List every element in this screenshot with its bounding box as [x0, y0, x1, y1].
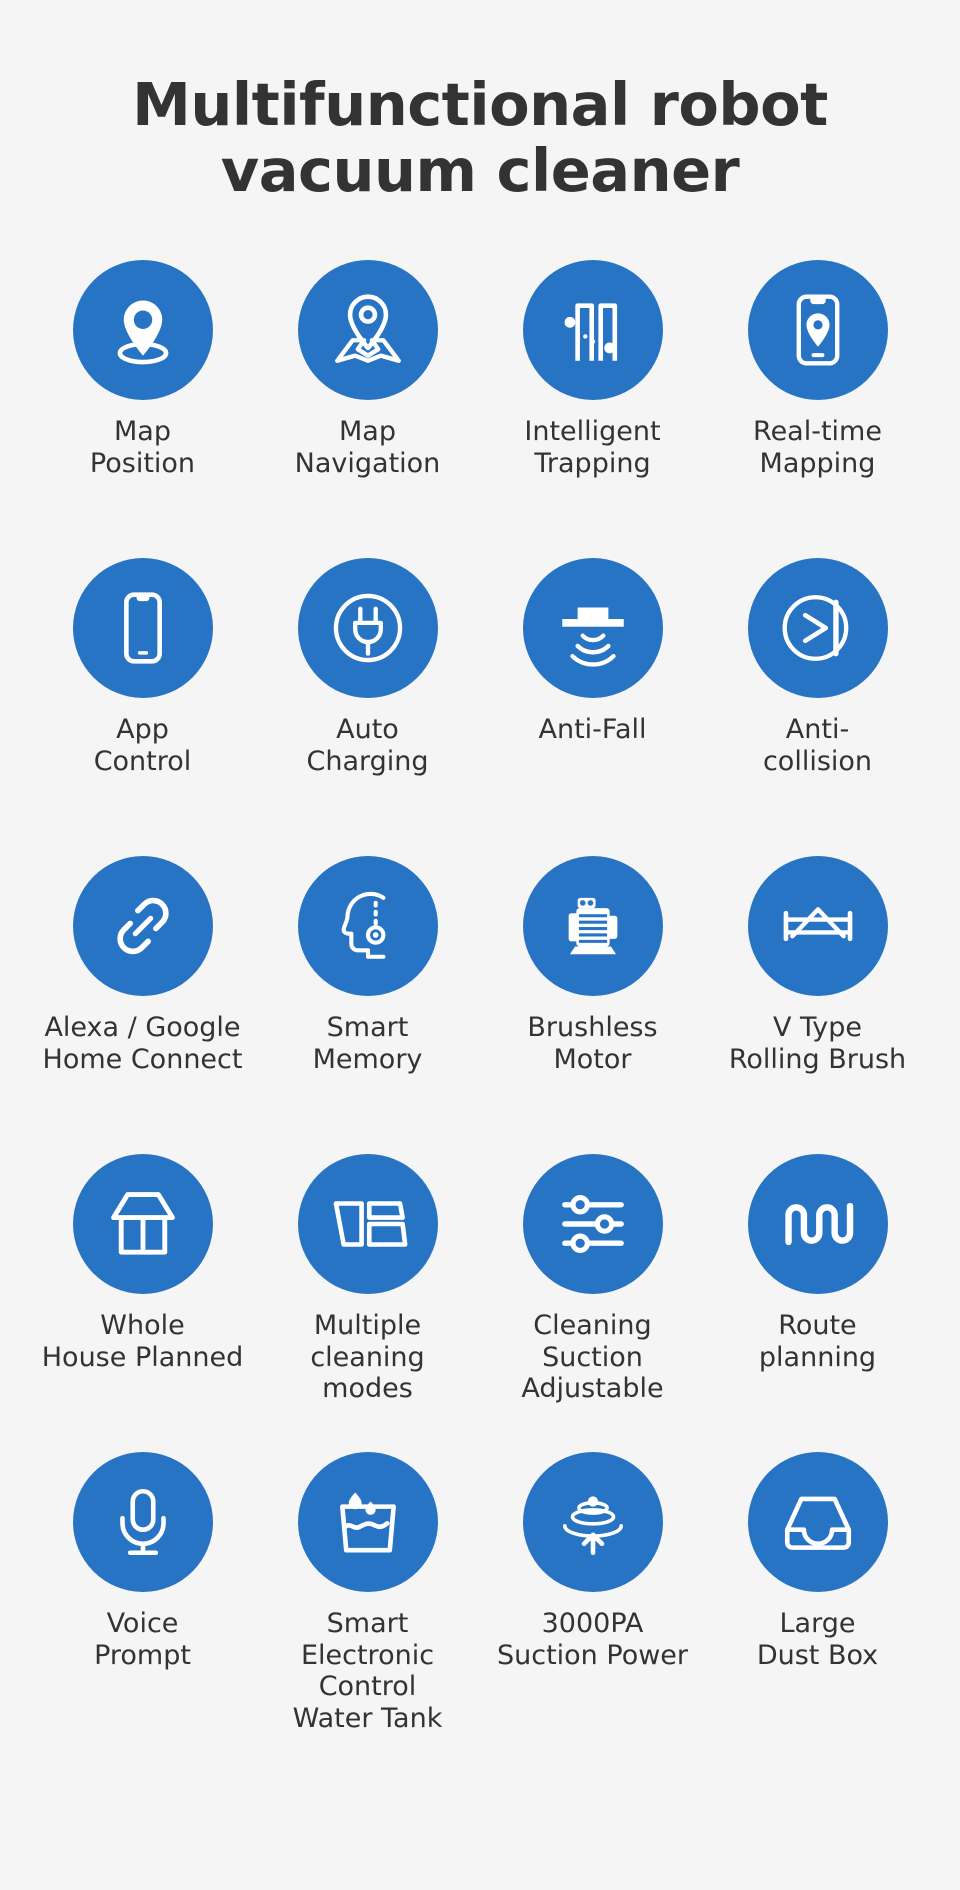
microphone-icon	[119, 1489, 166, 1556]
feature-icon-badge	[747, 1154, 888, 1295]
feature-label: Cleaning Suction Adjustable	[521, 1310, 664, 1405]
feature-cell-route-planning[interactable]: Route planning	[705, 1148, 930, 1446]
power-plug-circle-icon	[333, 593, 402, 663]
feature-icon-badge	[522, 856, 663, 997]
feature-label: Route planning	[758, 1310, 877, 1373]
feature-icon-badge	[522, 1452, 663, 1593]
feature-cell-water-tank[interactable]: Smart Electronic Control Water Tank	[255, 1446, 480, 1744]
feature-grid: Map Position Map Navigation Intelligent …	[30, 254, 930, 1744]
feature-icon-badge	[72, 1452, 213, 1593]
map-pin-position-icon	[117, 300, 168, 365]
feature-label: Voice Prompt	[94, 1608, 191, 1671]
water-tank-icon	[339, 1492, 396, 1553]
feature-icon-badge	[747, 856, 888, 997]
dust-box-tray-icon	[784, 1496, 851, 1551]
feature-cell-multiple-modes[interactable]: Multiple cleaning modes	[255, 1148, 480, 1446]
feature-label: Real-time Mapping	[753, 416, 882, 479]
feature-cell-whole-house[interactable]: Whole House Planned	[30, 1148, 255, 1446]
feature-label: Map Position	[89, 416, 196, 479]
feature-label: Alexa / Google Home Connect	[42, 1012, 243, 1075]
feature-label: Large Dust Box	[756, 1608, 879, 1671]
intelligent-trapping-icon	[564, 303, 617, 361]
feature-label: Auto Charging	[306, 714, 429, 777]
feature-cell-anti-fall[interactable]: Anti-Fall	[480, 552, 705, 850]
feature-cell-dust-box[interactable]: Large Dust Box	[705, 1446, 930, 1744]
sliders-adjust-icon	[561, 1195, 624, 1254]
feature-cell-anti-collision[interactable]: Anti- collision	[705, 552, 930, 850]
feature-cell-voice-prompt[interactable]: Voice Prompt	[30, 1446, 255, 1744]
smart-memory-head-icon	[341, 892, 385, 959]
feature-label: Anti-Fall	[538, 714, 647, 746]
feature-icon-badge	[72, 558, 213, 699]
feature-cell-voice-assistant[interactable]: Alexa / Google Home Connect	[30, 850, 255, 1148]
feature-icon-badge	[72, 1154, 213, 1295]
feature-icon-badge	[297, 1452, 438, 1593]
feature-label: Whole House Planned	[41, 1310, 244, 1373]
feature-icon-badge	[747, 558, 888, 699]
page-title: Multifunctional robot vacuum cleaner	[132, 70, 828, 206]
feature-label: Anti- collision	[762, 714, 873, 777]
chain-link-icon	[116, 898, 169, 955]
feature-cell-app-control[interactable]: App Control	[30, 552, 255, 850]
feature-label: Smart Memory	[312, 1012, 423, 1075]
suction-vortex-icon	[562, 1496, 623, 1556]
feature-label: Map Navigation	[294, 416, 441, 479]
feature-icon-badge	[522, 1154, 663, 1295]
feature-icon-badge	[522, 260, 663, 401]
feature-label: Brushless Motor	[527, 1012, 658, 1075]
feature-icon-badge	[522, 558, 663, 699]
house-planned-icon	[110, 1192, 175, 1255]
feature-cell-map-navigation[interactable]: Map Navigation	[255, 254, 480, 552]
feature-cell-map-position[interactable]: Map Position	[30, 254, 255, 552]
smartphone-icon	[123, 592, 162, 664]
v-type-rolling-brush-icon	[783, 907, 852, 942]
anti-fall-sensor-icon	[561, 607, 624, 667]
feature-icon-badge	[72, 856, 213, 997]
feature-icon-badge	[72, 260, 213, 401]
serpentine-route-icon	[784, 1203, 853, 1246]
feature-cell-suction-adjustable[interactable]: Cleaning Suction Adjustable	[480, 1148, 705, 1446]
feature-icon-badge	[747, 260, 888, 401]
feature-icon-badge	[297, 558, 438, 699]
feature-label: Smart Electronic Control Water Tank	[292, 1608, 443, 1734]
feature-icon-badge	[747, 1452, 888, 1593]
map-navigation-icon	[334, 294, 401, 364]
multiple-modes-panels-icon	[333, 1201, 407, 1247]
feature-label: 3000PA Suction Power	[496, 1608, 689, 1671]
feature-icon-badge	[297, 856, 438, 997]
feature-label: V Type Rolling Brush	[728, 1012, 907, 1075]
feature-label: Multiple cleaning modes	[310, 1310, 425, 1405]
feature-icon-badge	[297, 1154, 438, 1295]
feature-cell-brushless-motor[interactable]: Brushless Motor	[480, 850, 705, 1148]
realtime-mapping-phone-icon	[796, 294, 839, 366]
feature-cell-auto-charging[interactable]: Auto Charging	[255, 552, 480, 850]
feature-cell-smart-memory[interactable]: Smart Memory	[255, 850, 480, 1148]
feature-icon-badge	[297, 260, 438, 401]
feature-cell-intelligent-trapping[interactable]: Intelligent Trapping	[480, 254, 705, 552]
feature-cell-v-type-brush[interactable]: V Type Rolling Brush	[705, 850, 930, 1148]
feature-cell-realtime-mapping[interactable]: Real-time Mapping	[705, 254, 930, 552]
poster-root: Multifunctional robot vacuum cleaner Map…	[0, 0, 960, 1890]
feature-label: Intelligent Trapping	[524, 416, 661, 479]
brushless-motor-icon	[568, 897, 617, 955]
feature-cell-suction-power[interactable]: 3000PA Suction Power	[480, 1446, 705, 1744]
anti-collision-icon	[782, 595, 848, 662]
feature-label: App Control	[93, 714, 192, 777]
